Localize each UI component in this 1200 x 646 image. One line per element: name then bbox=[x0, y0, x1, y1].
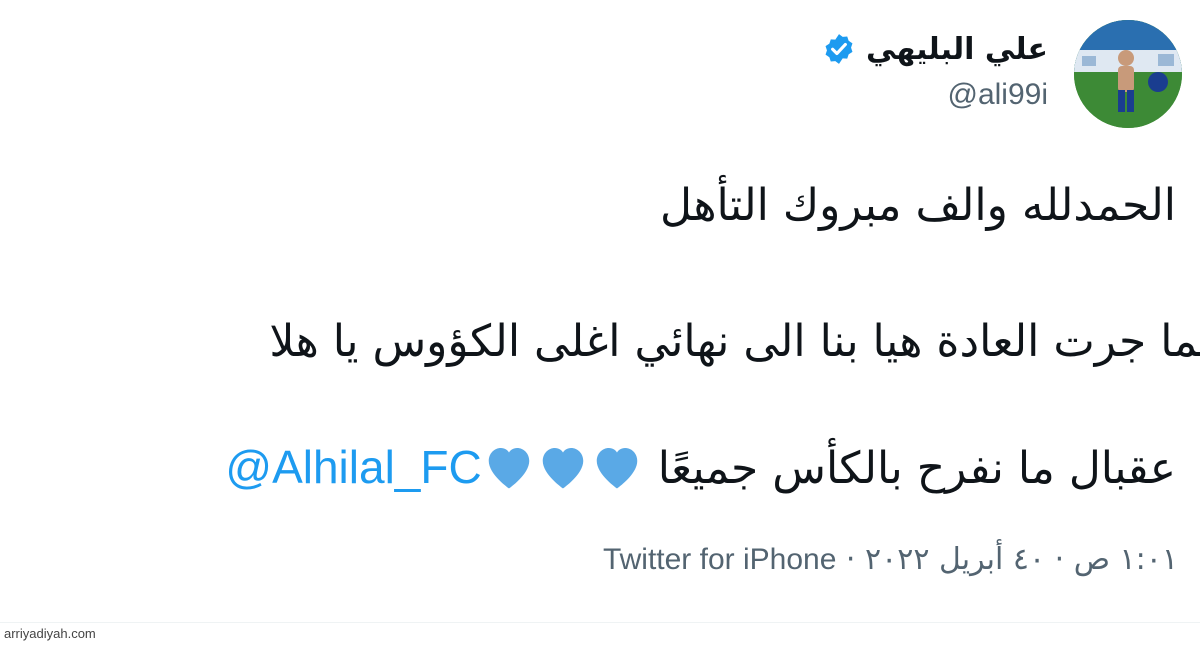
avatar[interactable] bbox=[1074, 20, 1182, 128]
meta-separator: · bbox=[845, 542, 856, 577]
author-display-name[interactable]: علي البليهي bbox=[866, 32, 1048, 67]
blue-heart-icon bbox=[488, 448, 529, 489]
verified-badge-icon bbox=[825, 34, 853, 64]
avatar-image bbox=[1074, 20, 1182, 128]
tweet-card: علي البليهي @ali99i الحمدلله والف مبروك … bbox=[0, 0, 1200, 646]
author-handle[interactable]: @ali99i bbox=[822, 78, 1048, 112]
tweet-text-line-3: عقبال ما نفرح بالكأس جميعًا @Alhilal_FC bbox=[225, 440, 1176, 494]
tweet-text-line-3-text: عقبال ما نفرح بالكأس جميعًا bbox=[657, 443, 1176, 494]
tweet-meta: ١:٠١ ص · ٤٠ أبريل ٢٠٢٢ · Twitter for iPh… bbox=[603, 542, 1178, 577]
tweet-text-line-1: الحمدلله والف مبروك التأهل bbox=[660, 180, 1176, 231]
blue-heart-icon bbox=[596, 448, 637, 489]
mention-link[interactable]: @Alhilal_FC bbox=[225, 441, 481, 493]
author-name-row[interactable]: علي البليهي bbox=[822, 26, 1048, 72]
meta-separator: · bbox=[1054, 542, 1065, 577]
divider bbox=[0, 622, 1200, 623]
tweet-time[interactable]: ١:٠١ ص bbox=[1074, 542, 1178, 577]
tweet-text-line-2: كما جرت العادة هيا بنا الى نهائي اغلى ال… bbox=[269, 316, 1200, 367]
blue-heart-icon bbox=[542, 448, 583, 489]
watermark: arriyadiyah.com bbox=[4, 626, 96, 641]
tweet-source[interactable]: Twitter for iPhone bbox=[603, 543, 836, 576]
tweet-date[interactable]: ٤٠ أبريل ٢٠٢٢ bbox=[865, 542, 1045, 577]
author-block: علي البليهي @ali99i bbox=[822, 26, 1048, 112]
